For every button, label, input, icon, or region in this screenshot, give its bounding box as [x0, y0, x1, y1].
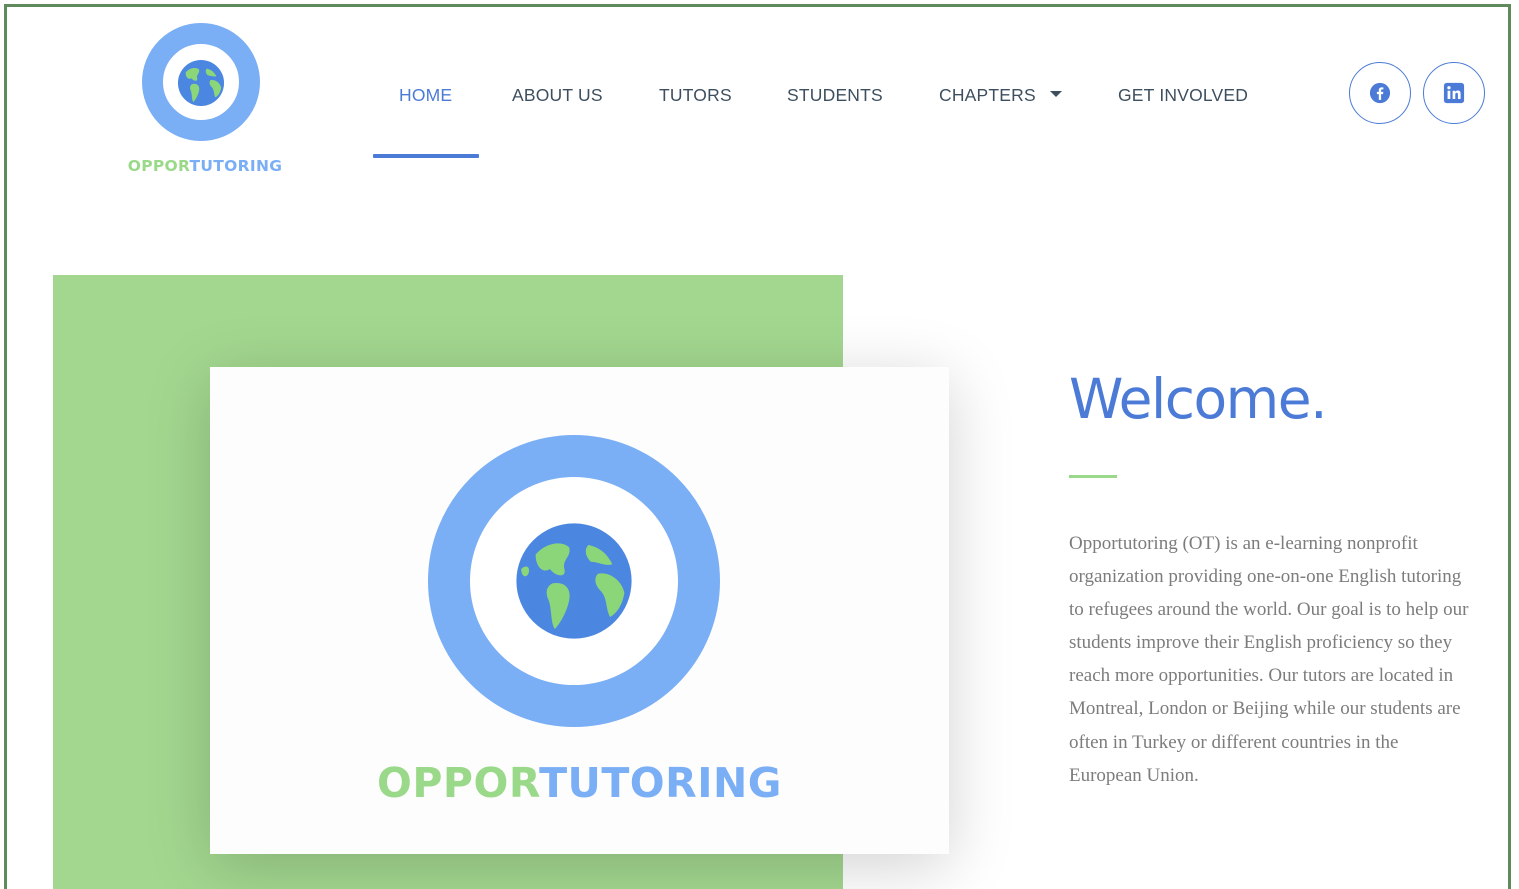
globe-icon: [177, 59, 225, 107]
nav-students[interactable]: STUDENTS: [787, 85, 883, 106]
logo-wordmark: OPPORTUTORING: [125, 157, 285, 175]
nav-tutors[interactable]: TUTORS: [659, 85, 732, 106]
welcome-divider: [1069, 475, 1117, 478]
globe-icon: [516, 523, 632, 639]
header-logo[interactable]: OPPORTUTORING: [125, 23, 285, 183]
logo-word-part2: TUTORING: [189, 157, 283, 175]
hero-logo-card: OPPORTUTORING: [210, 367, 949, 854]
page-frame: OPPORTUTORING HOME ABOUT US TUTORS STUDE…: [4, 4, 1511, 889]
nav-chapters[interactable]: CHAPTERS: [939, 85, 1062, 106]
facebook-icon: [1369, 82, 1391, 104]
nav-chapters-label: CHAPTERS: [939, 85, 1036, 105]
welcome-paragraph: Opportutoring (OT) is an e-learning nonp…: [1069, 533, 1469, 786]
linkedin-icon: [1443, 82, 1465, 104]
hero-word-part1: OPPOR: [377, 759, 540, 807]
nav-get-involved[interactable]: GET INVOLVED: [1118, 85, 1248, 106]
active-nav-indicator: [373, 154, 479, 158]
linkedin-button[interactable]: [1423, 62, 1485, 124]
nav-about-us[interactable]: ABOUT US: [512, 85, 603, 106]
facebook-button[interactable]: [1349, 62, 1411, 124]
nav-home[interactable]: HOME: [399, 85, 452, 106]
hero-word-part2: TUTORING: [539, 759, 782, 807]
caret-down-icon: [1049, 91, 1062, 98]
hero-wordmark: OPPORTUTORING: [210, 759, 949, 807]
logo-word-part1: OPPOR: [127, 157, 190, 175]
welcome-heading: Welcome.: [1069, 367, 1328, 431]
